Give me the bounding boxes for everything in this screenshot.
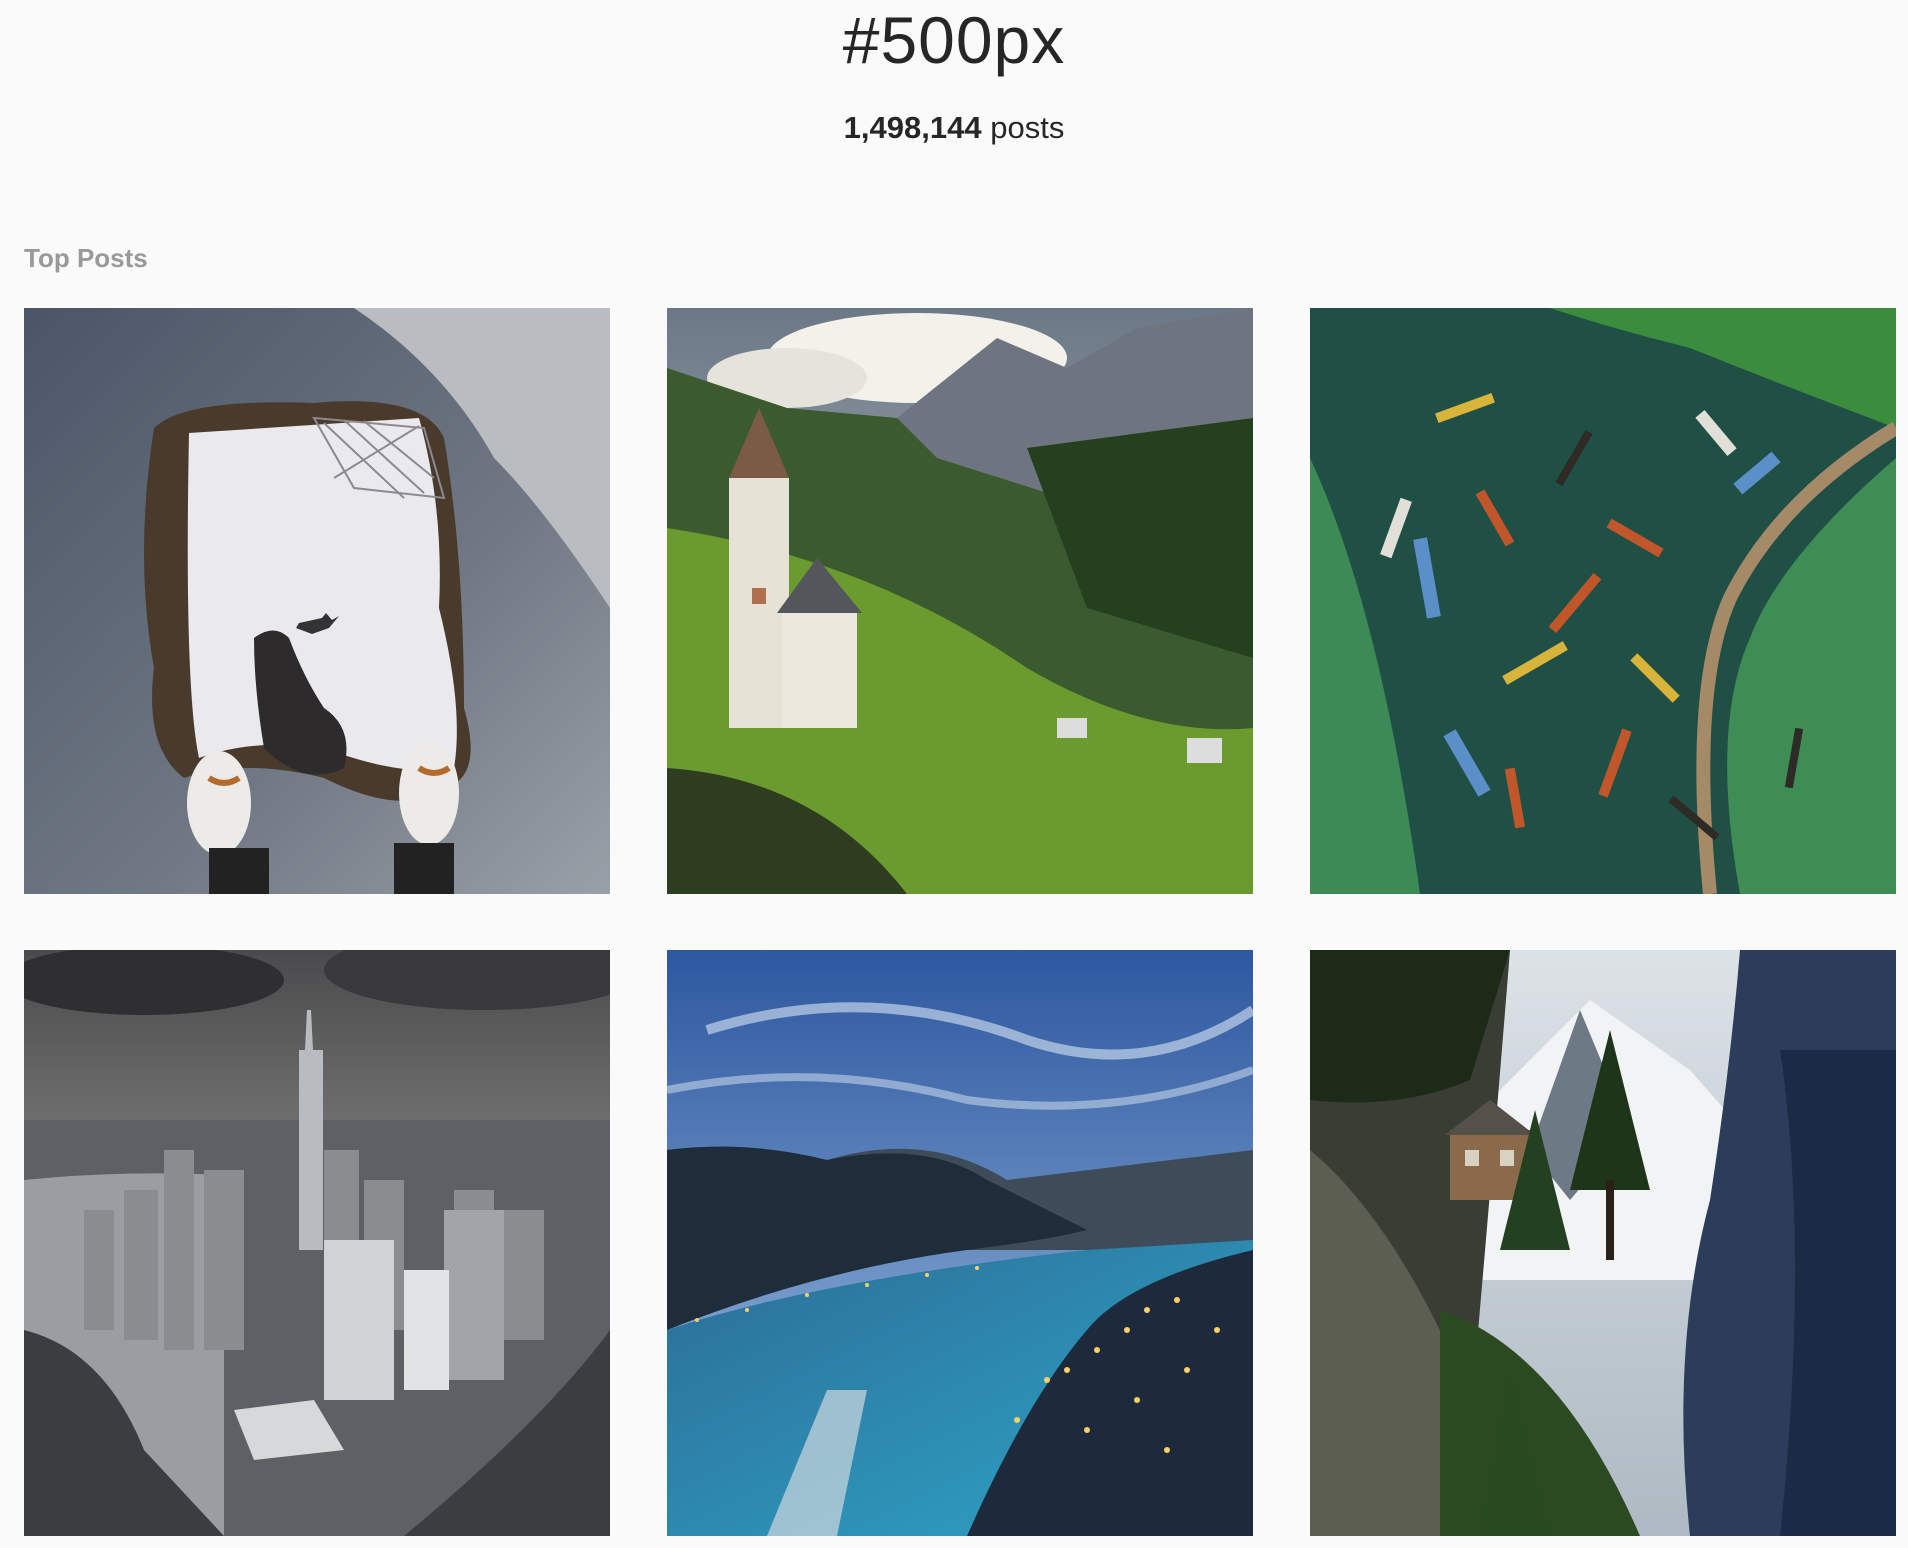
post-thumbnail-3[interactable]	[1310, 308, 1896, 894]
post-image-bay	[667, 950, 1253, 1536]
post-thumbnail-1[interactable]	[24, 308, 610, 894]
post-thumbnail-4[interactable]	[24, 950, 610, 1536]
post-image-boats	[1310, 308, 1896, 894]
top-posts-grid	[24, 308, 1896, 1536]
post-count-suffix: posts	[990, 110, 1065, 145]
post-image-alpine-church	[667, 308, 1253, 894]
post-image-puddle	[24, 308, 610, 894]
post-image-cliff-house	[1310, 950, 1896, 1536]
post-count-line: 1,498,144 posts	[0, 108, 1908, 148]
post-count: 1,498,144	[843, 110, 982, 145]
post-thumbnail-6[interactable]	[1310, 950, 1896, 1536]
post-image-city	[24, 950, 610, 1536]
hashtag-title: #500px	[842, 3, 1066, 77]
post-thumbnail-2[interactable]	[667, 308, 1253, 894]
post-thumbnail-5[interactable]	[667, 950, 1253, 1536]
top-posts-heading: Top Posts	[24, 243, 148, 273]
